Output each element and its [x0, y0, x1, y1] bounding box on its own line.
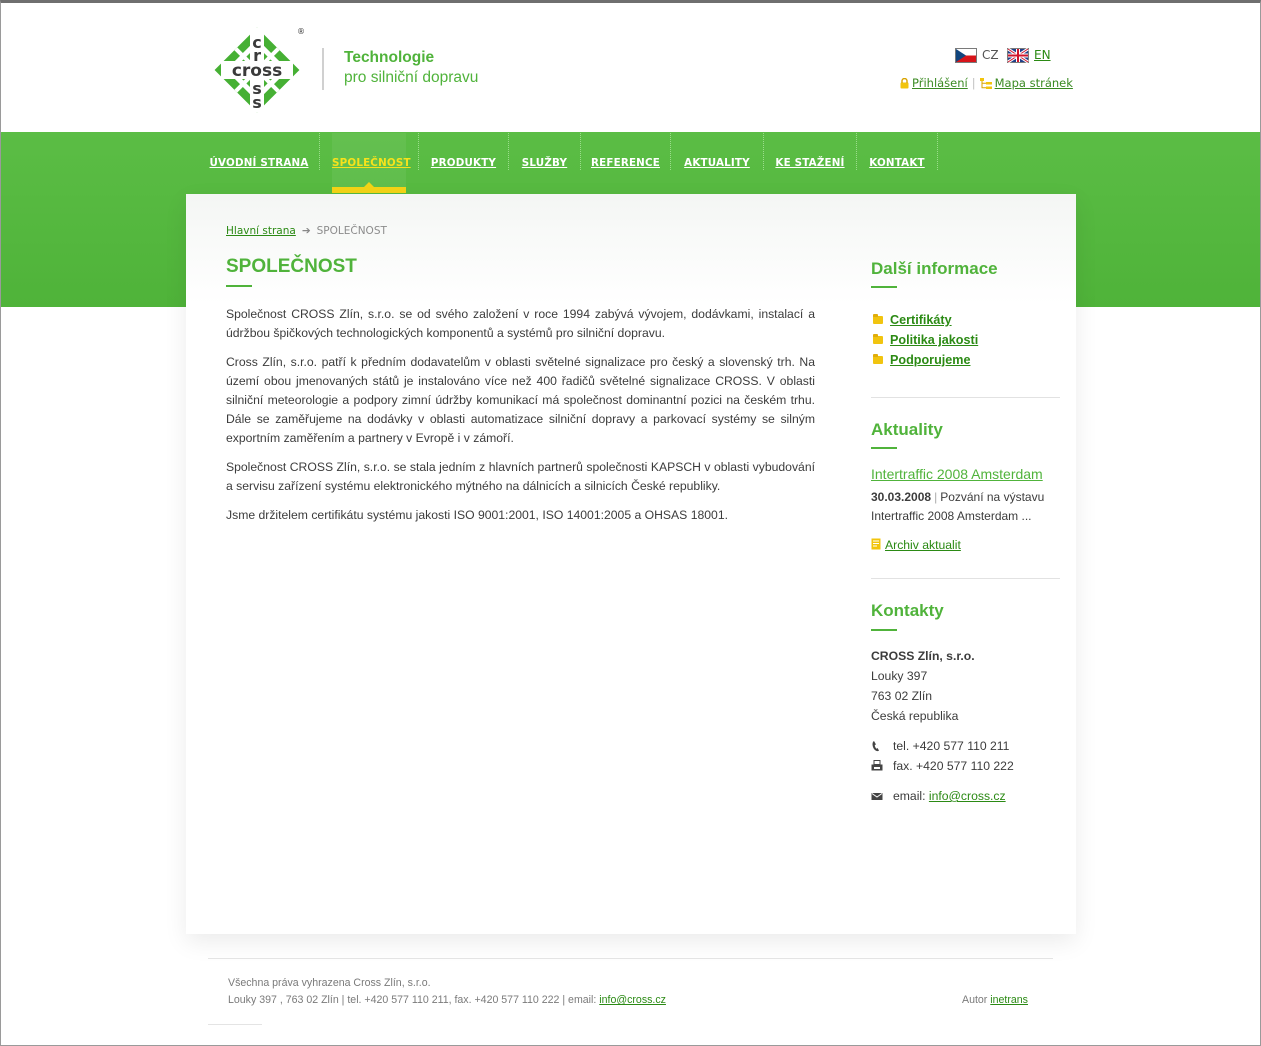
folder-icon	[873, 314, 883, 324]
info-link-politika-jakosti[interactable]: Politika jakosti	[890, 333, 978, 347]
lang-cz[interactable]: CZ	[955, 46, 999, 64]
contact-heading-underline	[871, 629, 897, 631]
footer-email-link[interactable]: info@cross.cz	[599, 994, 666, 1006]
archive-row: Archiv aktualit	[871, 537, 961, 553]
footer-address: Louky 397 , 763 02 Zlín | tel. +420 577 …	[228, 994, 597, 1006]
article-paragraph: Cross Zlín, s.r.o. patří k předním dodav…	[226, 355, 815, 445]
footer: Všechna práva vyhrazena Cross Zlín, s.r.…	[228, 975, 666, 1009]
cross-logo[interactable]: c r cross s s ®	[213, 27, 313, 113]
czech-flag-icon	[955, 48, 977, 63]
page-title: SPOLEČNOST	[226, 256, 357, 277]
nav-separator	[937, 133, 938, 170]
contact-company: CROSS Zlín, s.r.o.	[871, 646, 975, 666]
news-heading-underline	[871, 447, 897, 449]
email-link[interactable]: info@cross.cz	[929, 789, 1006, 803]
info-link-item: Certifikáty	[873, 310, 978, 330]
sidebar-divider	[871, 397, 1060, 398]
contact-city: 763 02 Zlín	[871, 689, 932, 703]
login-link[interactable]: Přihlášení	[912, 76, 968, 90]
info-link-podporujeme[interactable]: Podporujeme	[890, 353, 970, 367]
tagline-line2: pro silniční dopravu	[344, 69, 479, 86]
info-heading: Další informace	[871, 259, 998, 278]
info-links: Certifikáty Politika jakosti Podporujeme	[873, 310, 978, 370]
email-row-text: email: info@cross.cz	[893, 786, 1006, 806]
news-item-date: 30.03.2008	[871, 490, 932, 504]
archive-link[interactable]: Archiv aktualit	[885, 538, 961, 552]
nav-separator	[319, 133, 320, 170]
article-paragraph: Jsme držitelem certifikátu systému jakos…	[226, 508, 728, 522]
lang-cz-label: CZ	[982, 48, 999, 62]
author-label: Autor	[962, 994, 988, 1006]
news-item-body: 30.03.2008 | Pozvání na výstavu Intertraff…	[871, 488, 1061, 526]
nav-aktuality[interactable]: AKTUALITY	[671, 133, 763, 193]
footer-author: Autor inetrans	[962, 992, 1028, 1009]
contact-fax: fax. +420 577 110 222	[871, 756, 1061, 776]
svg-text:cross: cross	[232, 61, 282, 81]
contact-heading: Kontakty	[871, 601, 944, 620]
info-heading-underline	[871, 286, 897, 288]
author-link[interactable]: inetrans	[990, 994, 1028, 1006]
nav-reference[interactable]: REFERENCE	[581, 133, 670, 193]
document-icon	[871, 538, 881, 550]
fax-number: fax. +420 577 110 222	[893, 759, 1014, 773]
nav-produkty[interactable]: PRODUKTY	[419, 133, 508, 193]
footer-address-line: Louky 397 , 763 02 Zlín | tel. +420 577 …	[228, 992, 666, 1009]
info-link-certifikaty[interactable]: Certifikáty	[890, 313, 952, 327]
nav-kontakt[interactable]: KONTAKT	[857, 133, 937, 193]
sitemap-icon	[979, 78, 992, 89]
breadcrumb-home[interactable]: Hlavní strana	[226, 225, 296, 237]
contact-country: Česká republika	[871, 709, 959, 723]
envelope-icon	[871, 793, 883, 800]
info-link-item: Politika jakosti	[873, 330, 978, 350]
footer-divider	[208, 958, 1053, 959]
article-paragraph: Společnost CROSS Zlín, s.r.o. se od svéh…	[226, 307, 815, 340]
sitemap-link[interactable]: Mapa stránek	[995, 76, 1073, 90]
nav-uvodni-strana[interactable]: ÚVODNÍ STRANA	[200, 133, 318, 193]
lang-en-label[interactable]: EN	[1034, 48, 1051, 62]
top-links: Přihlášení | Mapa stránek	[900, 75, 1073, 91]
title-underline	[226, 285, 252, 287]
lock-icon	[900, 77, 909, 89]
sidebar-divider	[871, 578, 1060, 579]
news-item-link[interactable]: Intertraffic 2008 Amsterdam	[871, 466, 1043, 482]
top-links-separator: |	[971, 76, 976, 90]
phone-icon	[872, 741, 879, 752]
footer-copyright: Všechna práva vyhrazena Cross Zlín, s.r.…	[228, 977, 431, 989]
nav-spolecnost[interactable]: SPOLEČNOST	[332, 133, 410, 193]
svg-text:s: s	[252, 93, 262, 112]
news-item-separator: |	[934, 490, 938, 504]
footer-divider-short	[208, 1024, 262, 1025]
uk-flag-icon	[1007, 48, 1029, 63]
email-label: email:	[893, 789, 926, 803]
contact-email: email: info@cross.cz	[871, 786, 1061, 806]
phone-number: tel. +420 577 110 211	[893, 739, 1010, 753]
company-name: CROSS Zlín, s.r.o.	[871, 649, 975, 663]
contact-phone: tel. +420 577 110 211	[871, 736, 1061, 756]
breadcrumb: Hlavní strana ➔ SPOLEČNOST	[226, 224, 387, 238]
news-item-title: Intertraffic 2008 Amsterdam	[871, 465, 1043, 483]
breadcrumb-current: SPOLEČNOST	[316, 225, 387, 237]
main-article: Společnost CROSS Zlín, s.r.o. se od svéh…	[226, 305, 815, 535]
folder-icon	[873, 354, 883, 364]
nav-sluzby[interactable]: SLUŽBY	[509, 133, 580, 193]
lang-en[interactable]: EN	[1007, 46, 1051, 64]
tagline: Technologie pro silniční dopravu	[322, 48, 478, 90]
fax-icon	[871, 760, 883, 771]
tagline-line1: Technologie	[344, 49, 435, 66]
info-link-item: Podporujeme	[873, 350, 978, 370]
breadcrumb-arrow-icon: ➔	[301, 225, 311, 237]
nav-ke-stazeni[interactable]: KE STAŽENÍ	[764, 133, 856, 193]
folder-icon	[873, 334, 883, 344]
news-heading: Aktuality	[871, 420, 943, 439]
article-paragraph: Společnost CROSS Zlín, s.r.o. se stala j…	[226, 460, 815, 493]
contact-street: Louky 397	[871, 669, 928, 683]
svg-text:®: ®	[297, 27, 305, 36]
